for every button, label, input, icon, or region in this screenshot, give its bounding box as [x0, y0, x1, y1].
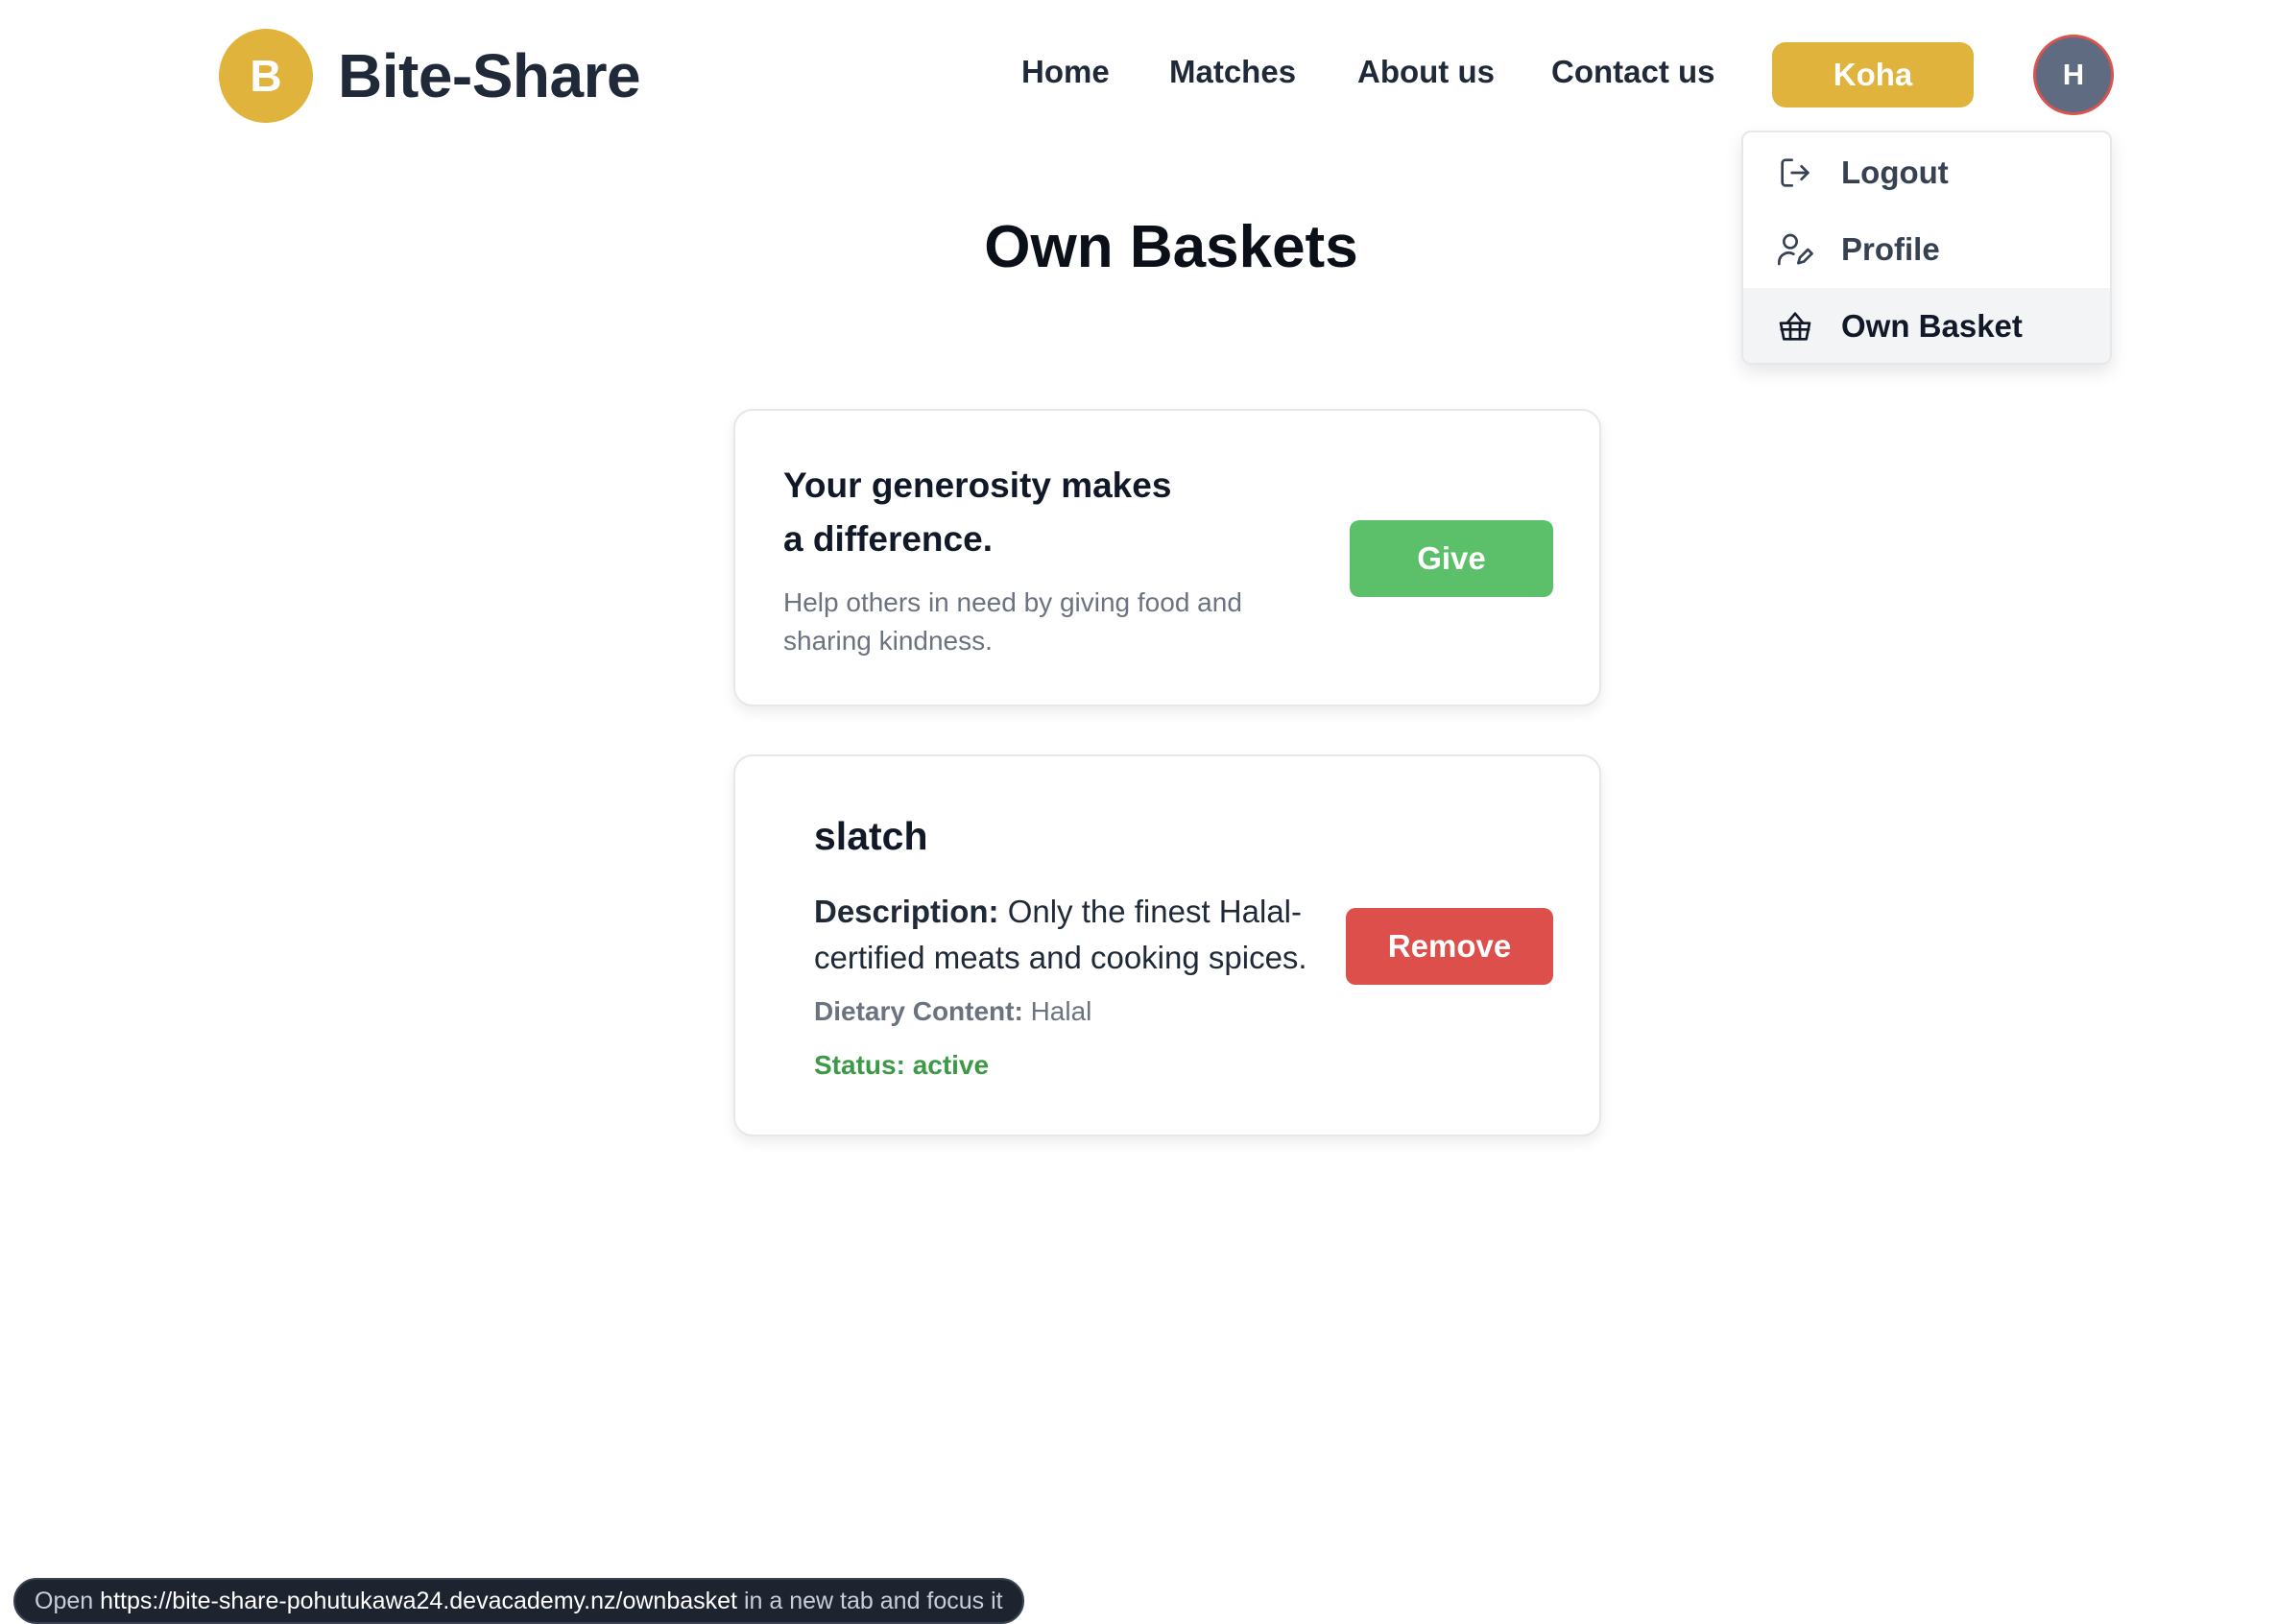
basket-dietary: Dietary Content: Halal: [814, 996, 1091, 1027]
remove-button[interactable]: Remove: [1346, 908, 1553, 985]
dietary-label: Dietary Content:: [814, 996, 1023, 1026]
give-subtext: Help others in need by giving food and s…: [783, 587, 1242, 656]
give-card: Your generosity makes a difference. Help…: [733, 409, 1601, 706]
description-label: Description:: [814, 894, 999, 929]
basket-icon: [1776, 307, 1814, 346]
nav-home[interactable]: Home: [1021, 54, 1110, 90]
menu-item-logout[interactable]: Logout: [1743, 134, 2110, 211]
status-label: Status:: [814, 1050, 905, 1080]
status-suffix: in a new tab and focus it: [744, 1587, 1003, 1614]
basket-description: Description: Only the finest Halal-certi…: [814, 889, 1332, 981]
status-url: https://bite-share-pohutukawa24.devacade…: [100, 1587, 737, 1614]
status-prefix: Open: [35, 1587, 94, 1614]
nav-contact[interactable]: Contact us: [1551, 54, 1715, 90]
dietary-value: Halal: [1030, 996, 1092, 1026]
menu-item-label: Logout: [1841, 155, 1949, 190]
nav-matches[interactable]: Matches: [1169, 54, 1296, 90]
brand-logo[interactable]: B Bite-Share: [219, 29, 641, 123]
basket-name: slatch: [814, 814, 928, 858]
avatar[interactable]: H: [2033, 35, 2114, 115]
basket-card: slatch Description: Only the finest Hala…: [733, 754, 1601, 1136]
logout-icon: [1776, 154, 1814, 192]
menu-item-label: Own Basket: [1841, 308, 2023, 344]
nav-about[interactable]: About us: [1357, 54, 1495, 90]
link-status-bar: Open https://bite-share-pohutukawa24.dev…: [13, 1578, 1024, 1624]
brand-name: Bite-Share: [338, 41, 641, 110]
give-button[interactable]: Give: [1350, 520, 1553, 597]
menu-item-own-basket[interactable]: Own Basket: [1743, 288, 2110, 363]
status-value: active: [912, 1050, 990, 1080]
give-heading: Your generosity makes a difference.: [783, 466, 1172, 559]
koha-button[interactable]: Koha: [1772, 42, 1974, 107]
page-title: Own Baskets: [984, 214, 1358, 280]
logo-badge: B: [219, 29, 313, 123]
basket-status: Status: active: [814, 1050, 989, 1081]
